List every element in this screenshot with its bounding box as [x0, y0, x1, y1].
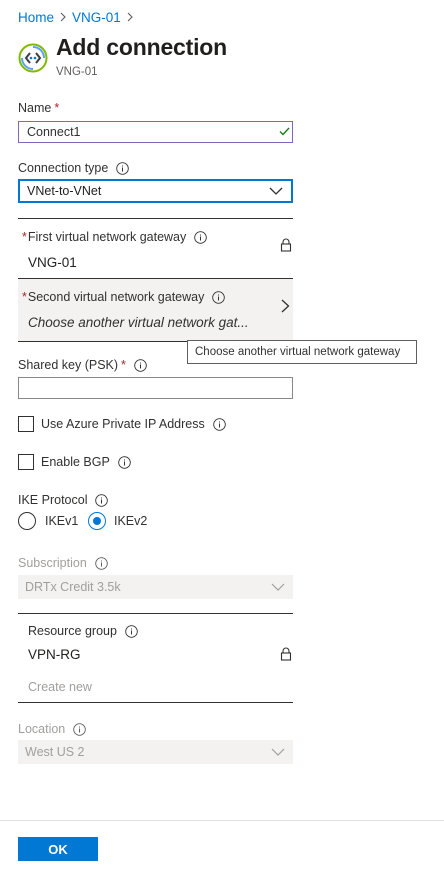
radio-ikev1[interactable]: [18, 512, 36, 530]
divider: [18, 218, 293, 219]
breadcrumb: Home VNG-01: [18, 9, 139, 25]
second-gateway-selector[interactable]: * Second virtual network gateway Choose a…: [18, 279, 293, 341]
info-icon[interactable]: [116, 161, 130, 175]
info-icon[interactable]: [125, 624, 138, 638]
footer-divider: [0, 820, 444, 821]
vpn-connection-icon: [18, 43, 48, 73]
required-asterisk: *: [54, 101, 60, 115]
chevron-down-icon: [269, 187, 283, 195]
info-icon[interactable]: [194, 230, 208, 244]
info-icon[interactable]: [134, 358, 147, 372]
connection-type-label: Connection type: [18, 161, 130, 175]
breadcrumb-home[interactable]: Home: [18, 10, 54, 25]
shared-key-label: Shared key (PSK) *: [18, 358, 147, 372]
chevron-down-icon: [271, 748, 285, 756]
connection-type-dropdown[interactable]: VNet-to-VNet: [18, 179, 293, 203]
page-title: Add connection: [56, 34, 227, 60]
location-dropdown: West US 2: [18, 740, 293, 764]
second-gateway-placeholder: Choose another virtual network gat...: [28, 315, 249, 330]
bgp-checkbox[interactable]: [18, 454, 34, 470]
ikev1-label: IKEv1: [45, 514, 79, 528]
ok-button[interactable]: OK: [18, 837, 98, 861]
first-gateway-value: VNG-01: [28, 255, 77, 270]
chevron-right-icon: [281, 299, 290, 313]
page-subtitle: VNG-01: [56, 66, 98, 78]
radio-ikev2[interactable]: [88, 512, 106, 530]
divider: [18, 613, 293, 614]
chevron-right-icon: [127, 12, 133, 22]
ike-protocol-label: IKE Protocol: [18, 493, 109, 507]
lock-icon: [280, 238, 292, 252]
info-icon[interactable]: [73, 722, 87, 736]
tooltip: Choose another virtual network gateway: [187, 340, 417, 364]
second-gateway-label: * Second virtual network gateway: [22, 290, 226, 304]
private-ip-label: Use Azure Private IP Address: [41, 417, 226, 431]
breadcrumb-vng[interactable]: VNG-01: [72, 10, 121, 25]
bgp-label: Enable BGP: [41, 455, 131, 469]
info-icon[interactable]: [212, 290, 226, 304]
info-icon[interactable]: [212, 417, 226, 431]
create-new-link: Create new: [28, 680, 92, 694]
name-input[interactable]: [18, 121, 293, 143]
resource-group-label: Resource group: [28, 624, 138, 638]
ikev2-label: IKEv2: [114, 514, 148, 528]
chevron-down-icon: [271, 583, 285, 591]
subscription-dropdown: DRTx Credit 3.5k: [18, 575, 293, 599]
first-gateway-label: * First virtual network gateway: [22, 230, 208, 244]
private-ip-checkbox[interactable]: [18, 416, 34, 432]
chevron-right-icon: [60, 12, 66, 22]
subscription-label: Subscription: [18, 556, 108, 570]
shared-key-input[interactable]: [18, 377, 293, 399]
info-icon[interactable]: [95, 493, 109, 507]
checkmark-icon: [279, 127, 290, 136]
name-label: Name *: [18, 101, 60, 115]
resource-group-value: VPN-RG: [28, 647, 81, 662]
divider: [18, 702, 293, 703]
lock-icon: [280, 647, 292, 661]
location-label: Location: [18, 722, 87, 736]
info-icon[interactable]: [95, 556, 108, 570]
info-icon[interactable]: [118, 455, 131, 469]
